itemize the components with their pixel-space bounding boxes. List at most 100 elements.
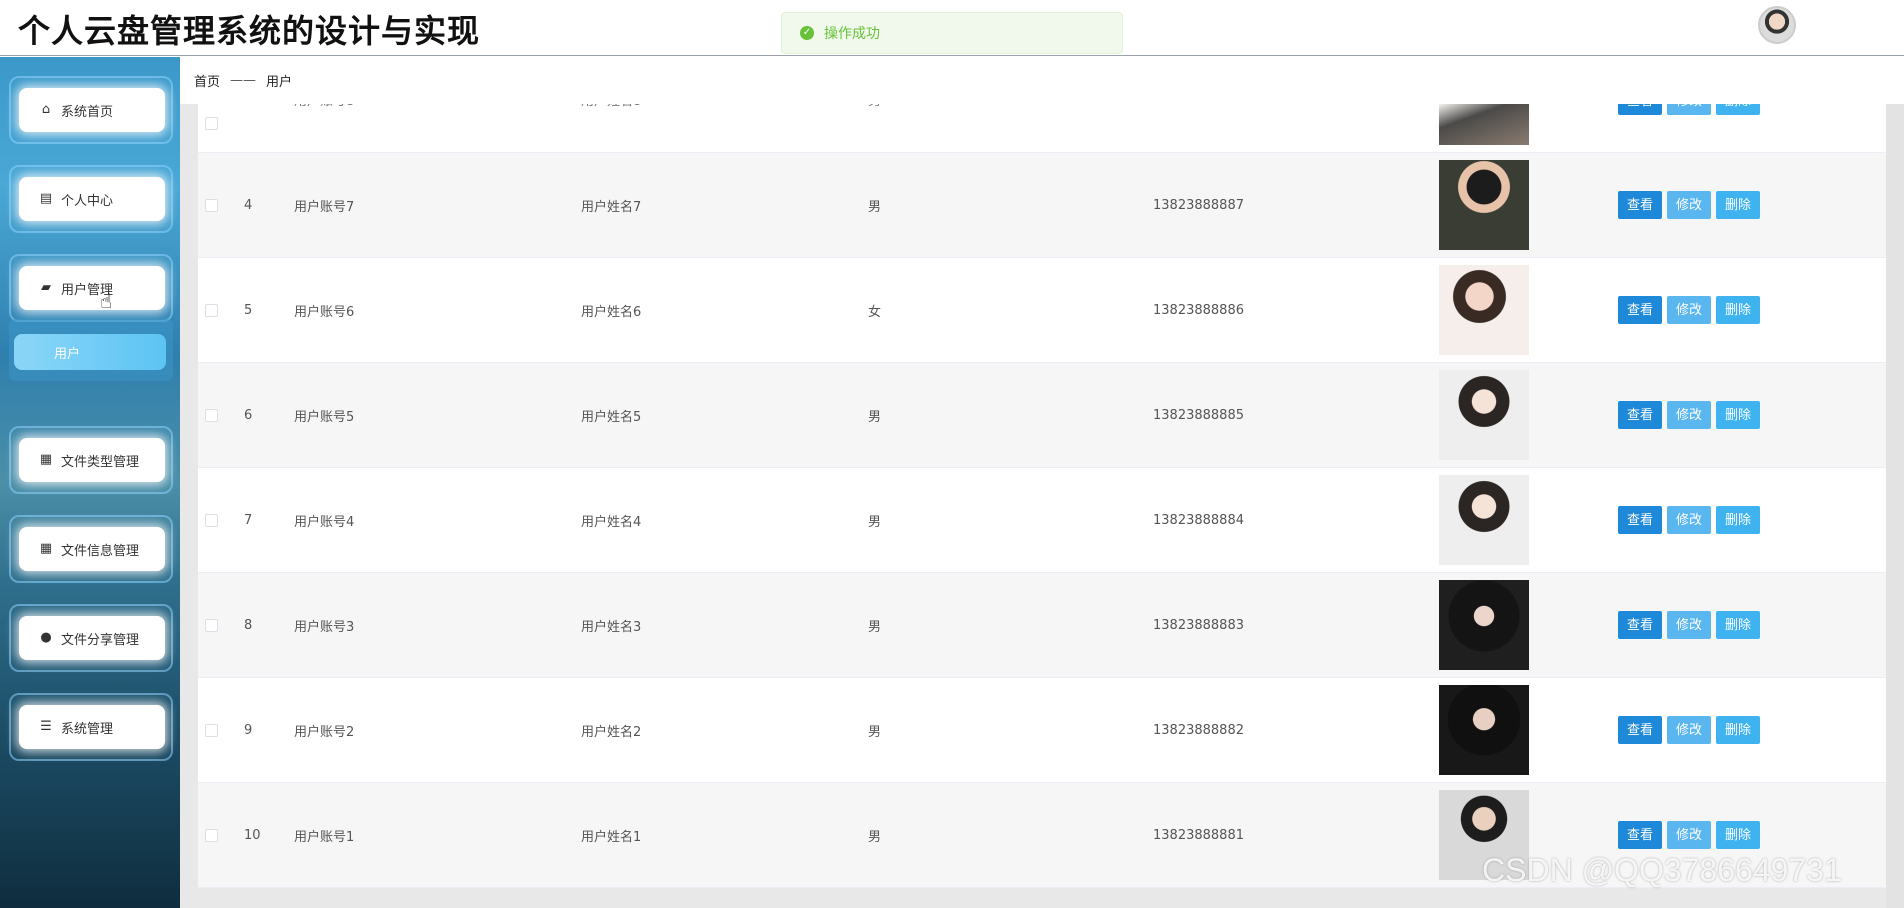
breadcrumb: 首页 —— 用户 (180, 57, 1904, 104)
edit-button[interactable]: 修改 (1667, 821, 1712, 849)
row-index: 10 (244, 827, 261, 843)
row-phone: 13823888882 (1153, 722, 1244, 738)
edit-button[interactable]: 修改 (1667, 506, 1712, 534)
sidebar-item-label: 文件分享管理 (61, 632, 140, 648)
sidebar-frame-file-info: ▦ 文件信息管理 (9, 515, 173, 583)
sidebar-frame-users: ▰ 用户管理 (9, 254, 173, 322)
row-checkbox[interactable] (205, 828, 218, 842)
table-scroll-area[interactable]: 3 用户账号8 用户姓名8 男 13823888888 查看 修改 删除 4 用… (180, 95, 1904, 908)
user-avatar[interactable] (1758, 6, 1796, 44)
submenu-item-users[interactable]: 用户 (14, 334, 166, 370)
table-row: 7 用户账号4 用户姓名4 男 13823888884 查看 修改 删除 (198, 468, 1904, 573)
row-sex: 男 (868, 619, 882, 635)
row-photo (1439, 370, 1529, 460)
sidebar-frame-file-types: ▦ 文件类型管理 (9, 426, 173, 494)
row-photo (1439, 160, 1529, 250)
edit-button[interactable]: 修改 (1667, 401, 1712, 429)
vertical-scrollbar[interactable] (1886, 95, 1904, 908)
edit-button[interactable]: 修改 (1667, 191, 1712, 219)
row-phone: 13823888887 (1153, 197, 1244, 213)
row-phone: 13823888886 (1153, 302, 1244, 318)
user-table: 3 用户账号8 用户姓名8 男 13823888888 查看 修改 删除 4 用… (198, 95, 1904, 888)
watermark: CSDN @QQ3786649731 (1482, 852, 1842, 888)
list-icon: ☰ (40, 719, 52, 734)
row-actions: 查看 修改 删除 (1618, 401, 1761, 429)
row-index: 7 (244, 512, 253, 528)
sidebar-item-file-type-management[interactable]: ▦ 文件类型管理 (19, 438, 165, 482)
toast-message: 操作成功 (824, 26, 880, 42)
check-circle-icon: ✓ (800, 26, 814, 40)
row-actions: 查看 修改 删除 (1618, 296, 1761, 324)
sidebar-item-user-management[interactable]: ▰ 用户管理 (19, 266, 165, 310)
table-row: 5 用户账号6 用户姓名6 女 13823888886 查看 修改 删除 (198, 258, 1904, 363)
view-button[interactable]: 查看 (1618, 401, 1663, 429)
view-button[interactable]: 查看 (1618, 821, 1663, 849)
edit-button[interactable]: 修改 (1667, 611, 1712, 639)
view-button[interactable]: 查看 (1618, 611, 1663, 639)
edit-button[interactable]: 修改 (1667, 296, 1712, 324)
row-phone: 13823888883 (1153, 617, 1244, 633)
row-name: 用户姓名5 (581, 409, 642, 425)
sidebar-item-label: 文件信息管理 (61, 543, 140, 559)
row-phone: 13823888885 (1153, 407, 1244, 423)
success-toast: ✓ 操作成功 (781, 12, 1123, 54)
row-checkbox[interactable] (205, 513, 218, 527)
row-account: 用户账号5 (294, 409, 355, 425)
delete-button[interactable]: 删除 (1716, 716, 1761, 744)
row-photo (1439, 265, 1529, 355)
breadcrumb-home[interactable]: 首页 (194, 71, 220, 90)
card-icon: ▤ (39, 191, 53, 206)
row-account: 用户账号4 (294, 514, 355, 530)
delete-button[interactable]: 删除 (1716, 611, 1761, 639)
row-sex: 女 (868, 304, 882, 320)
delete-button[interactable]: 删除 (1716, 821, 1761, 849)
row-checkbox[interactable] (205, 408, 218, 422)
row-checkbox[interactable] (205, 723, 218, 737)
view-button[interactable]: 查看 (1618, 716, 1663, 744)
row-name: 用户姓名7 (581, 199, 642, 215)
row-phone: 13823888884 (1153, 512, 1244, 528)
row-sex: 男 (868, 829, 882, 845)
table-row: 8 用户账号3 用户姓名3 男 13823888883 查看 修改 删除 (198, 573, 1904, 678)
row-actions: 查看 修改 删除 (1618, 611, 1761, 639)
sidebar-item-file-info-management[interactable]: ▦ 文件信息管理 (19, 527, 165, 571)
sidebar-item-system-management[interactable]: ☰ 系统管理 (19, 705, 165, 749)
view-button[interactable]: 查看 (1618, 191, 1663, 219)
row-checkbox[interactable] (205, 303, 218, 317)
app-title: 个人云盘管理系统的设计与实现 (18, 12, 481, 50)
briefcase-icon: ▰ (41, 280, 51, 295)
row-index: 8 (244, 617, 253, 633)
sidebar-frame-profile: ▤ 个人中心 (9, 165, 173, 233)
row-name: 用户姓名6 (581, 304, 642, 320)
row-name: 用户姓名2 (581, 724, 642, 740)
row-phone: 13823888881 (1153, 827, 1244, 843)
row-actions: 查看 修改 删除 (1618, 821, 1761, 849)
row-sex: 男 (868, 199, 882, 215)
row-checkbox[interactable] (205, 198, 218, 212)
row-photo (1439, 475, 1529, 565)
sidebar-frame-file-share: ● 文件分享管理 (9, 604, 173, 672)
sidebar-item-label: 文件类型管理 (61, 454, 140, 470)
mouse-pointer-icon: ☝ (100, 289, 113, 313)
row-account: 用户账号7 (294, 199, 355, 215)
row-actions: 查看 修改 删除 (1618, 191, 1761, 219)
sidebar-item-file-share-management[interactable]: ● 文件分享管理 (19, 616, 165, 660)
view-button[interactable]: 查看 (1618, 296, 1663, 324)
row-index: 4 (244, 197, 253, 213)
edit-button[interactable]: 修改 (1667, 716, 1712, 744)
delete-button[interactable]: 删除 (1716, 401, 1761, 429)
row-actions: 查看 修改 删除 (1618, 506, 1761, 534)
home-icon: ⌂ (41, 102, 51, 117)
view-button[interactable]: 查看 (1618, 506, 1663, 534)
delete-button[interactable]: 删除 (1716, 506, 1761, 534)
row-checkbox[interactable] (205, 618, 218, 632)
delete-button[interactable]: 删除 (1716, 296, 1761, 324)
row-photo (1439, 685, 1529, 775)
row-sex: 男 (868, 409, 882, 425)
sidebar-item-label: 系统管理 (61, 721, 114, 737)
sidebar-item-home[interactable]: ⌂ 系统首页 (19, 88, 165, 132)
row-checkbox[interactable] (205, 117, 218, 130)
sidebar-item-profile[interactable]: ▤ 个人中心 (19, 177, 165, 221)
table-row: 4 用户账号7 用户姓名7 男 13823888887 查看 修改 删除 (198, 153, 1904, 258)
delete-button[interactable]: 删除 (1716, 191, 1761, 219)
